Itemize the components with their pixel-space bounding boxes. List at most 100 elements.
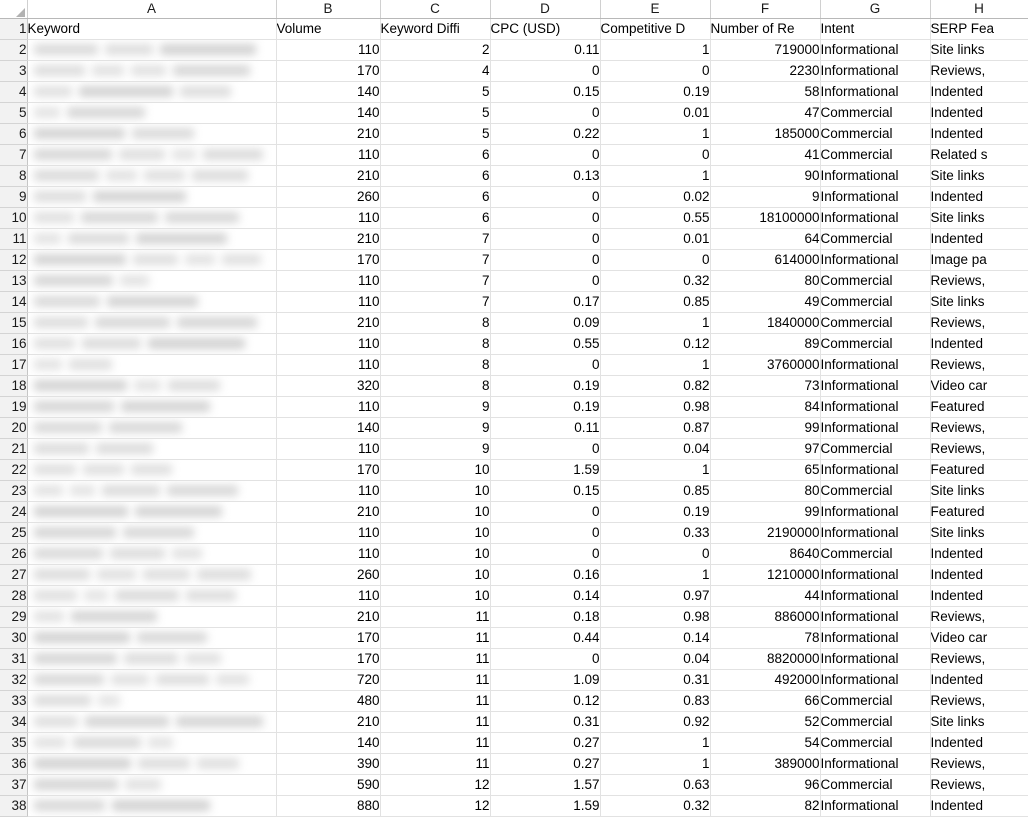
cpc-cell[interactable]: 1.59 bbox=[490, 459, 601, 481]
intent-cell[interactable]: Commercial bbox=[820, 438, 931, 460]
keyword-cell-redacted[interactable] bbox=[27, 312, 277, 334]
volume-cell[interactable]: 260 bbox=[276, 186, 381, 208]
volume-cell[interactable]: 140 bbox=[276, 102, 381, 124]
cpc-cell[interactable]: 0 bbox=[490, 60, 601, 82]
intent-cell[interactable]: Informational bbox=[820, 417, 931, 439]
serp-features-cell[interactable]: Indented bbox=[930, 186, 1028, 208]
keyword-cell-redacted[interactable] bbox=[27, 186, 277, 208]
keyword-difficulty-cell[interactable]: 6 bbox=[380, 144, 491, 166]
competitive-density-cell[interactable]: 0.01 bbox=[600, 228, 711, 250]
volume-cell[interactable]: 170 bbox=[276, 627, 381, 649]
row-header[interactable]: 2 bbox=[0, 39, 28, 61]
competitive-density-cell[interactable]: 1 bbox=[600, 39, 711, 61]
cpc-cell[interactable]: 0.19 bbox=[490, 396, 601, 418]
row-header[interactable]: 25 bbox=[0, 522, 28, 544]
table-row[interactable]: 16 110 8 0.55 0.12 89 Commercial Indented bbox=[0, 333, 1028, 355]
serp-features-cell[interactable]: Reviews, bbox=[930, 60, 1028, 82]
cpc-cell[interactable]: 0 bbox=[490, 501, 601, 523]
keyword-cell-redacted[interactable] bbox=[27, 564, 277, 586]
row-header[interactable]: 29 bbox=[0, 606, 28, 628]
intent-cell[interactable]: Commercial bbox=[820, 732, 931, 754]
cpc-cell[interactable]: 0.15 bbox=[490, 81, 601, 103]
keyword-difficulty-cell[interactable]: 6 bbox=[380, 186, 491, 208]
serp-features-cell[interactable]: Indented bbox=[930, 585, 1028, 607]
keyword-difficulty-cell[interactable]: 8 bbox=[380, 312, 491, 334]
row-header[interactable]: 6 bbox=[0, 123, 28, 145]
keyword-cell-redacted[interactable] bbox=[27, 123, 277, 145]
table-row[interactable]: 10 110 6 0 0.55 18100000 Informational Site lin… bbox=[0, 207, 1028, 229]
number-of-results-cell[interactable]: 886000 bbox=[710, 606, 821, 628]
serp-features-cell[interactable]: Reviews, bbox=[930, 753, 1028, 775]
cpc-cell[interactable]: 0.31 bbox=[490, 711, 601, 733]
intent-cell[interactable]: Informational bbox=[820, 81, 931, 103]
cpc-cell[interactable]: 0 bbox=[490, 270, 601, 292]
row-header[interactable]: 33 bbox=[0, 690, 28, 712]
keyword-cell-redacted[interactable] bbox=[27, 732, 277, 754]
table-row[interactable]: 2 110 2 0.11 1 719000 Informational Site links bbox=[0, 39, 1028, 61]
intent-cell[interactable]: Informational bbox=[820, 207, 931, 229]
intent-cell[interactable]: Informational bbox=[820, 669, 931, 691]
competitive-density-cell[interactable]: 0.14 bbox=[600, 627, 711, 649]
cpc-cell[interactable]: 0.12 bbox=[490, 690, 601, 712]
serp-features-cell[interactable]: Reviews, bbox=[930, 354, 1028, 376]
competitive-density-cell[interactable]: 0.04 bbox=[600, 438, 711, 460]
intent-header[interactable]: Intent bbox=[820, 18, 931, 40]
keyword-cell-redacted[interactable] bbox=[27, 249, 277, 271]
worksheet-body[interactable]: 1 Keyword Volume Keyword Diffi CPC (USD) Comp… bbox=[0, 18, 1028, 817]
volume-cell[interactable]: 140 bbox=[276, 417, 381, 439]
table-row[interactable]: 35 140 11 0.27 1 54 Commercial Indented bbox=[0, 732, 1028, 754]
keyword-cell-redacted[interactable] bbox=[27, 753, 277, 775]
table-row[interactable]: 33 480 11 0.12 0.83 66 Commercial Reviews, bbox=[0, 690, 1028, 712]
table-row[interactable]: 19 110 9 0.19 0.98 84 Informational Featured bbox=[0, 396, 1028, 418]
volume-cell[interactable]: 210 bbox=[276, 165, 381, 187]
cpc-cell[interactable]: 1.59 bbox=[490, 795, 601, 817]
row-header[interactable]: 27 bbox=[0, 564, 28, 586]
competitive-density-cell[interactable]: 0.85 bbox=[600, 480, 711, 502]
keyword-cell-redacted[interactable] bbox=[27, 228, 277, 250]
table-row[interactable]: 11 210 7 0 0.01 64 Commercial Indented bbox=[0, 228, 1028, 250]
row-header[interactable]: 34 bbox=[0, 711, 28, 733]
keyword-cell-redacted[interactable] bbox=[27, 522, 277, 544]
serp-features-cell[interactable]: Site links bbox=[930, 522, 1028, 544]
competitive-density-cell[interactable]: 0.01 bbox=[600, 102, 711, 124]
keyword-cell-redacted[interactable] bbox=[27, 606, 277, 628]
row-header[interactable]: 26 bbox=[0, 543, 28, 565]
intent-cell[interactable]: Informational bbox=[820, 60, 931, 82]
competitive-density-cell[interactable]: 0.04 bbox=[600, 648, 711, 670]
table-row[interactable]: 18 320 8 0.19 0.82 73 Informational Video car bbox=[0, 375, 1028, 397]
keyword-cell-redacted[interactable] bbox=[27, 690, 277, 712]
number-of-results-cell[interactable]: 99 bbox=[710, 501, 821, 523]
intent-cell[interactable]: Informational bbox=[820, 186, 931, 208]
serp-features-cell[interactable]: Site links bbox=[930, 39, 1028, 61]
number-of-results-cell[interactable]: 1210000 bbox=[710, 564, 821, 586]
serp-features-cell[interactable]: Featured bbox=[930, 459, 1028, 481]
row-header[interactable]: 36 bbox=[0, 753, 28, 775]
keyword-cell-redacted[interactable] bbox=[27, 81, 277, 103]
volume-cell[interactable]: 110 bbox=[276, 522, 381, 544]
keyword-difficulty-cell[interactable]: 10 bbox=[380, 522, 491, 544]
keyword-cell-redacted[interactable] bbox=[27, 102, 277, 124]
intent-cell[interactable]: Informational bbox=[820, 585, 931, 607]
keyword-difficulty-cell[interactable]: 11 bbox=[380, 753, 491, 775]
row-header[interactable]: 38 bbox=[0, 795, 28, 817]
cpc-cell[interactable]: 0.19 bbox=[490, 375, 601, 397]
serp-features-cell[interactable]: Indented bbox=[930, 669, 1028, 691]
number-of-results-cell[interactable]: 54 bbox=[710, 732, 821, 754]
cpc-cell[interactable]: 0.27 bbox=[490, 753, 601, 775]
volume-cell[interactable]: 320 bbox=[276, 375, 381, 397]
serp-features-cell[interactable]: Video car bbox=[930, 627, 1028, 649]
volume-cell[interactable]: 260 bbox=[276, 564, 381, 586]
competitive-density-cell[interactable]: 0.82 bbox=[600, 375, 711, 397]
number-of-results-cell[interactable]: 49 bbox=[710, 291, 821, 313]
number-of-results-cell[interactable]: 89 bbox=[710, 333, 821, 355]
cpc-cell[interactable]: 0.27 bbox=[490, 732, 601, 754]
volume-header[interactable]: Volume bbox=[276, 18, 381, 40]
serp-features-cell[interactable]: Indented bbox=[930, 732, 1028, 754]
competitive-density-cell[interactable]: 0 bbox=[600, 144, 711, 166]
table-row[interactable]: 6 210 5 0.22 1 185000 Commercial Indented bbox=[0, 123, 1028, 145]
number-of-results-cell[interactable]: 18100000 bbox=[710, 207, 821, 229]
cpc-cell[interactable]: 0.17 bbox=[490, 291, 601, 313]
volume-cell[interactable]: 110 bbox=[276, 438, 381, 460]
keyword-difficulty-cell[interactable]: 7 bbox=[380, 291, 491, 313]
serp-features-cell[interactable]: Site links bbox=[930, 480, 1028, 502]
